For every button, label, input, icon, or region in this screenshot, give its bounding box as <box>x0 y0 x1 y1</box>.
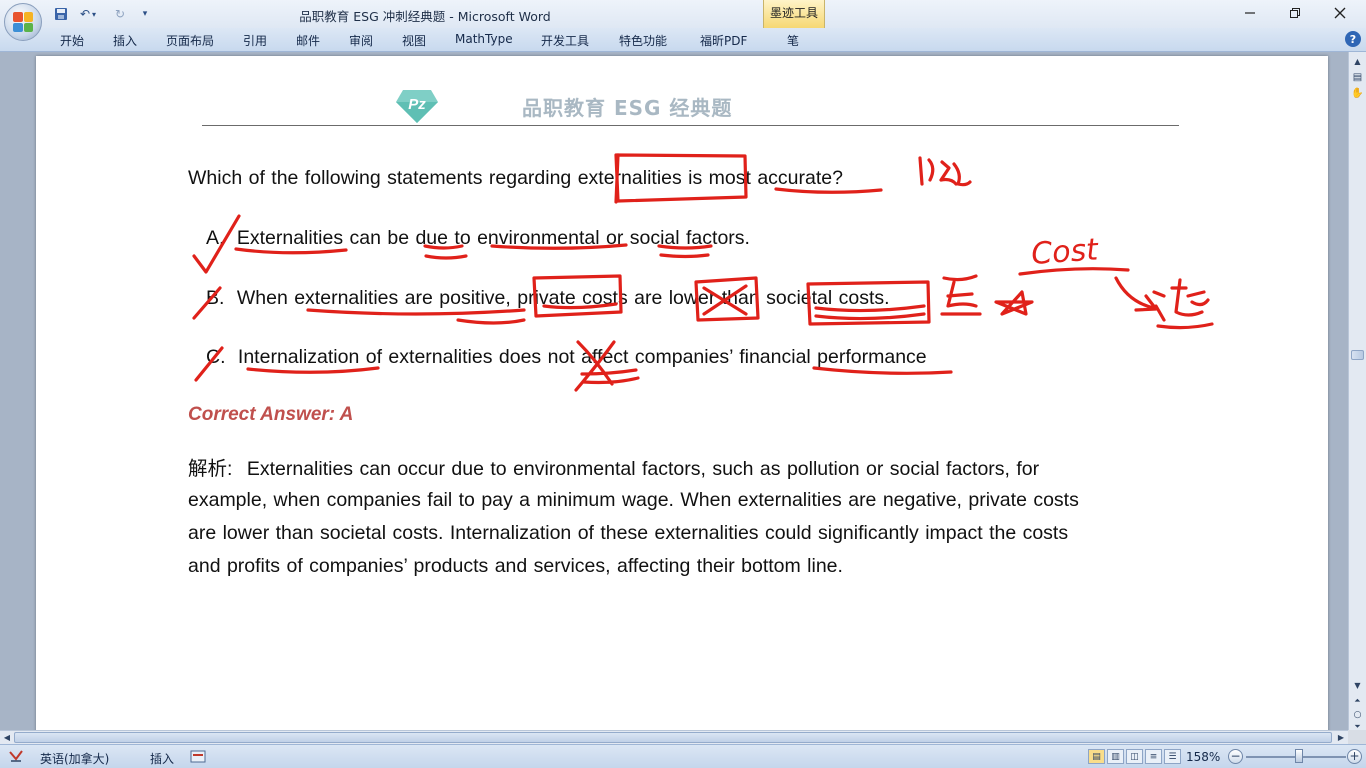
outline-view-icon[interactable]: ≡ <box>1145 749 1162 764</box>
header-divider <box>202 125 1179 126</box>
full-screen-reading-icon[interactable]: ▥ <box>1107 749 1124 764</box>
ink-scribble-b-2 <box>994 290 1034 316</box>
tab-view[interactable]: 视图 <box>402 32 426 49</box>
tab-mailings[interactable]: 邮件 <box>296 32 320 49</box>
document-page[interactable]: Pz 品职教育 ESG 经典题 Which of the following s… <box>36 56 1328 730</box>
ink-tools-context-label: 墨迹工具 <box>763 0 825 28</box>
explanation-line-4: and profits of companies’ products and s… <box>188 555 843 577</box>
ink-scribble-b-1 <box>940 274 982 316</box>
tab-special-features[interactable]: 特色功能 <box>619 32 667 49</box>
tab-mathtype[interactable]: MathType <box>455 32 513 46</box>
pz-logo-icon: Pz <box>395 88 439 124</box>
ink-scribble-question <box>918 156 972 187</box>
correct-answer: Correct Answer: A <box>188 404 354 425</box>
tab-developer[interactable]: 开发工具 <box>541 32 589 49</box>
ruler-toggle-icon[interactable]: ▤ <box>1350 70 1365 84</box>
language-indicator[interactable]: 英语(加拿大) <box>40 750 109 767</box>
window-title: 品职教育 ESG 冲刺经典题 - Microsoft Word <box>299 9 551 24</box>
option-letter: B. <box>206 287 225 309</box>
minimize-button[interactable] <box>1228 2 1272 24</box>
prev-page-icon[interactable]: ⏶ <box>1350 694 1365 708</box>
explanation-line-2: example, when companies fail to pay a mi… <box>188 489 1079 511</box>
ink-underline-externalities-b <box>306 308 526 325</box>
tab-review[interactable]: 审阅 <box>349 32 373 49</box>
ink-word-cost: Cost <box>1030 232 1100 272</box>
explanation-label: 解析: <box>188 458 233 480</box>
help-icon[interactable]: ? <box>1345 31 1361 47</box>
zoom-in-icon[interactable]: + <box>1347 749 1362 764</box>
option-c: C. Internalization of externalities does… <box>206 346 927 369</box>
ink-arrow <box>1114 276 1158 312</box>
horizontal-scroll-thumb[interactable] <box>14 732 1332 743</box>
close-button[interactable] <box>1318 2 1362 24</box>
tab-foxit-pdf[interactable]: 福昕PDF <box>700 32 747 49</box>
tab-page-layout[interactable]: 页面布局 <box>166 32 214 49</box>
option-letter: A. <box>206 227 225 249</box>
question-text: Which of the following statements regard… <box>188 167 843 189</box>
proofing-icon[interactable] <box>8 749 24 764</box>
status-bar: 英语(加拿大) 插入 ▤ ▥ ◫ ≡ ☰ 158% − + <box>0 744 1366 768</box>
svg-text:Pz: Pz <box>408 96 426 113</box>
explanation-line-3: are lower than societal costs. Internali… <box>188 522 1069 544</box>
option-text: Externalities can be due to environmenta… <box>236 227 750 249</box>
tab-insert[interactable]: 插入 <box>113 32 137 49</box>
option-letter: C. <box>206 346 226 368</box>
office-logo-icon <box>13 12 33 32</box>
ink-scribble-arrow-target <box>1152 278 1214 330</box>
header-title: 品职教育 ESG 经典题 <box>522 96 733 120</box>
ink-underline-cost <box>1018 267 1130 276</box>
horizontal-scrollbar[interactable]: ◀ ▶ <box>0 730 1348 744</box>
scroll-right-icon[interactable]: ▶ <box>1334 731 1348 744</box>
hand-icon[interactable]: ✋ <box>1350 86 1365 100</box>
tab-references[interactable]: 引用 <box>243 32 267 49</box>
office-button[interactable] <box>4 3 42 41</box>
option-a: A. Externalities can be due to environme… <box>206 227 750 250</box>
vertical-scroll-thumb[interactable] <box>1351 350 1364 360</box>
zoom-out-icon[interactable]: − <box>1228 749 1243 764</box>
explanation-text: Externalities can occur due to environme… <box>246 458 1040 480</box>
next-page-icon[interactable]: ⏷ <box>1350 720 1365 734</box>
explanation-line-1: 解析: Externalities can occur due to envir… <box>188 452 1039 481</box>
ink-annotations: Cost <box>192 153 1214 392</box>
option-b: B. When externalities are positive, priv… <box>206 287 890 310</box>
macro-record-icon[interactable] <box>190 749 206 764</box>
scroll-up-icon[interactable]: ▲ <box>1350 54 1365 68</box>
tab-pen[interactable]: 笔 <box>787 32 799 49</box>
tab-home[interactable]: 开始 <box>60 32 84 49</box>
document-area: Pz 品职教育 ESG 经典题 Which of the following s… <box>0 52 1348 730</box>
scroll-left-icon[interactable]: ◀ <box>0 731 14 744</box>
ribbon-tab-bar: 开始 插入 页面布局 引用 邮件 审阅 视图 MathType 开发工具 特色功… <box>0 28 1366 80</box>
title-bar: ↶ ▾ ↻ ▾ 品职教育 ESG 冲刺经典题 - Microsoft Word 墨… <box>0 0 1366 41</box>
zoom-level[interactable]: 158% <box>1186 750 1220 764</box>
vertical-scrollbar[interactable]: ▲ ▤ ✋ ▼ ⏶ ○ ⏷ <box>1348 52 1366 731</box>
web-layout-icon[interactable]: ◫ <box>1126 749 1143 764</box>
zoom-slider-thumb[interactable] <box>1295 749 1303 763</box>
draft-view-icon[interactable]: ☰ <box>1164 749 1181 764</box>
insert-mode-indicator[interactable]: 插入 <box>150 750 174 767</box>
restore-button[interactable] <box>1273 2 1317 24</box>
option-text: Internalization of externalities does no… <box>237 346 927 368</box>
print-layout-view-icon[interactable]: ▤ <box>1088 749 1105 764</box>
scroll-down-icon[interactable]: ▼ <box>1350 678 1365 692</box>
option-text: When externalities are positive, private… <box>236 287 890 309</box>
